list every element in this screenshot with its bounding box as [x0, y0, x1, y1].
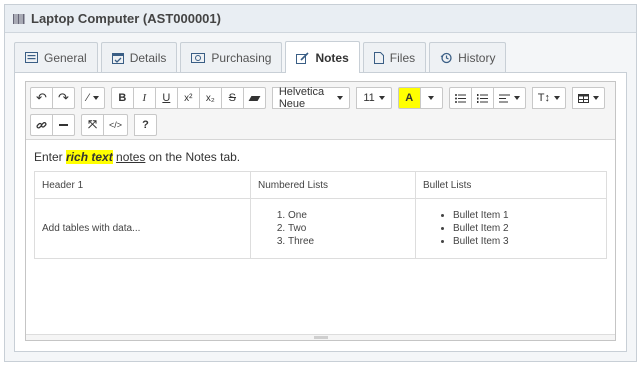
code-view-button[interactable]: </>	[103, 114, 129, 136]
numbered-list-button[interactable]	[470, 87, 494, 109]
tab-notes[interactable]: Notes	[285, 41, 360, 73]
list-item: Bullet Item 2	[453, 222, 599, 235]
minus-icon	[59, 124, 68, 126]
history-icon	[440, 52, 452, 63]
undo-icon: ↶	[36, 90, 47, 105]
link-icon	[36, 121, 47, 129]
bullet-list: Bullet Item 1 Bullet Item 2 Bullet Item …	[423, 209, 599, 248]
chevron-down-icon	[428, 96, 435, 100]
tab-label: History	[458, 50, 496, 65]
page-title: Laptop Computer (AST000001)	[31, 11, 221, 26]
table-header-cell: Header 1	[34, 171, 251, 199]
barcode-icon	[13, 13, 25, 25]
editor-resize-handle[interactable]	[26, 334, 615, 340]
font-size-select[interactable]: 11	[356, 87, 392, 109]
fullscreen-button[interactable]: ⤧	[81, 114, 104, 136]
calendar-check-icon	[111, 52, 124, 64]
style-button[interactable]: ⁄	[81, 87, 105, 109]
underline-button[interactable]: U	[154, 87, 178, 109]
content-table: Header 1 Numbered Lists Bullet Lists Add…	[34, 171, 607, 259]
text-height-icon: T↕	[537, 92, 550, 104]
table-header-row: Header 1 Numbered Lists Bullet Lists	[34, 171, 607, 199]
font-color-icon: A	[405, 92, 414, 104]
chevron-down-icon	[378, 96, 385, 100]
underlined-text: notes	[116, 150, 146, 164]
redo-button[interactable]: ↷	[52, 87, 75, 109]
editor-toolbar: ↶ ↷ ⁄ B I U x² x₂ S Helvetica Neue 11 A …	[26, 82, 615, 140]
tab-label: Notes	[315, 50, 349, 65]
insert-table-button[interactable]	[572, 87, 605, 109]
tab-content: ↶ ↷ ⁄ B I U x² x₂ S Helvetica Neue 11 A …	[14, 73, 627, 352]
paragraph-align-button[interactable]	[492, 87, 526, 109]
list-item: Bullet Item 1	[453, 209, 599, 222]
tab-files[interactable]: Files	[362, 42, 427, 72]
asset-panel: Laptop Computer (AST000001) General Deta…	[4, 4, 637, 362]
table-row: Add tables with data... One Two Three Bu…	[34, 198, 607, 259]
tab-label: Files	[389, 50, 416, 65]
highlighted-text: rich text	[66, 150, 113, 164]
eraser-icon	[248, 95, 261, 101]
bullet-list-button[interactable]	[448, 87, 472, 109]
list-item: Three	[288, 235, 408, 248]
chevron-down-icon	[337, 96, 344, 100]
tab-general[interactable]: General	[14, 42, 98, 72]
superscript-button[interactable]: x²	[176, 87, 200, 109]
numbered-list: One Two Three	[258, 209, 408, 248]
bullet-list-icon	[454, 93, 466, 103]
highlight-color-button[interactable]: A	[397, 87, 421, 109]
chevron-down-icon	[513, 96, 520, 100]
table-icon	[578, 93, 589, 103]
line-height-button[interactable]: T↕	[531, 87, 566, 109]
color-dropdown-button[interactable]	[419, 87, 443, 109]
numbered-list-icon	[476, 93, 488, 103]
list-icon	[25, 52, 38, 63]
align-left-icon	[498, 94, 510, 102]
italic-button[interactable]: I	[132, 87, 156, 109]
pencil-square-icon	[296, 51, 310, 64]
strikethrough-button[interactable]: S	[220, 87, 244, 109]
chevron-down-icon	[593, 96, 599, 100]
intro-paragraph: Enter rich text notes on the Notes tab.	[34, 150, 241, 164]
list-item: Two	[288, 222, 408, 235]
magic-wand-icon: ⁄	[87, 92, 89, 104]
tab-history[interactable]: History	[429, 42, 507, 72]
editor-content[interactable]: Enter rich text notes on the Notes tab. …	[26, 140, 615, 259]
undo-button[interactable]: ↶	[30, 87, 53, 109]
table-cell: Bullet Item 1 Bullet Item 2 Bullet Item …	[415, 198, 607, 259]
table-cell: One Two Three	[250, 198, 416, 259]
tab-purchasing[interactable]: Purchasing	[180, 42, 283, 72]
table-cell: Add tables with data...	[34, 198, 251, 259]
redo-icon: ↷	[58, 90, 69, 105]
table-header-cell: Bullet Lists	[415, 171, 607, 199]
code-icon: </>	[109, 120, 123, 130]
insert-link-button[interactable]	[30, 114, 53, 136]
bold-button[interactable]: B	[110, 87, 134, 109]
tab-label: Details	[129, 50, 167, 65]
font-family-select[interactable]: Helvetica Neue	[271, 86, 351, 110]
panel-header: Laptop Computer (AST000001)	[5, 5, 636, 33]
subscript-button[interactable]: x₂	[198, 87, 222, 109]
money-icon	[191, 52, 206, 63]
list-item: One	[288, 209, 408, 222]
tab-bar: General Details Purchasing Notes Files H…	[14, 41, 627, 73]
list-item: Bullet Item 3	[453, 235, 599, 248]
grip-icon	[313, 336, 328, 339]
chevron-down-icon	[554, 96, 560, 100]
chevron-down-icon	[92, 96, 99, 100]
clear-format-button[interactable]	[242, 87, 266, 109]
tab-label: Purchasing	[211, 50, 272, 65]
tab-label: General	[44, 50, 87, 65]
help-button[interactable]: ?	[134, 114, 158, 136]
rich-text-editor: ↶ ↷ ⁄ B I U x² x₂ S Helvetica Neue 11 A …	[25, 81, 616, 341]
tab-details[interactable]: Details	[100, 42, 178, 72]
table-header-cell: Numbered Lists	[250, 171, 416, 199]
file-icon	[373, 51, 384, 64]
expand-icon: ⤧	[88, 118, 97, 131]
horizontal-rule-button[interactable]	[52, 114, 75, 136]
